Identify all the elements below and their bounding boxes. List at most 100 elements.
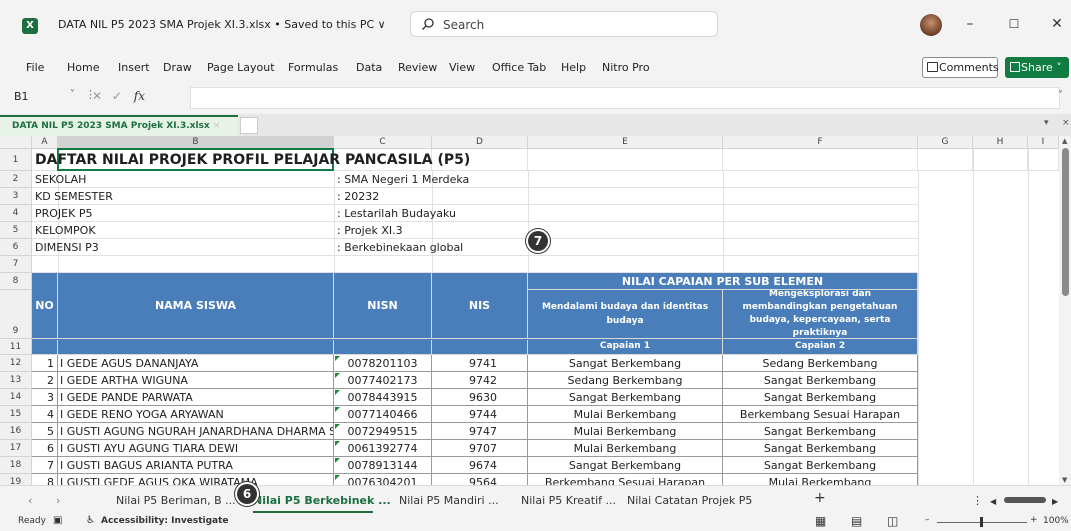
new-workbook-tab[interactable] [240, 117, 258, 134]
menu-data[interactable]: Data [356, 61, 382, 74]
student-nisn[interactable]: 0078201103 [334, 355, 432, 372]
scroll-right-icon[interactable]: ▶ [1052, 497, 1058, 506]
row-header[interactable]: 5 [0, 222, 32, 239]
student-nis[interactable]: 9674 [432, 457, 528, 474]
student-capaian-2[interactable]: Sangat Berkembang [723, 372, 918, 389]
student-nisn[interactable]: 0078443915 [334, 389, 432, 406]
select-all-corner[interactable] [0, 136, 32, 149]
row-header[interactable]: 2 [0, 171, 32, 188]
row-header[interactable]: 14 [0, 389, 32, 406]
sheet-tab[interactable]: Nilai P5 Kreatif ... [521, 494, 616, 507]
student-no[interactable]: 3 [32, 389, 58, 406]
student-capaian-1[interactable]: Sangat Berkembang [528, 355, 723, 372]
error-indicator-icon[interactable] [335, 458, 340, 463]
row-header[interactable]: 12 [0, 355, 32, 372]
error-indicator-icon[interactable] [335, 390, 340, 395]
student-nama[interactable]: I GEDE ARTHA WIGUNA [58, 372, 334, 389]
column-header-d[interactable]: D [432, 136, 528, 149]
student-capaian-1[interactable]: Sangat Berkembang [528, 389, 723, 406]
share-button[interactable]: Share ˅ [1005, 57, 1069, 78]
next-sheet-icon[interactable]: › [56, 494, 60, 507]
row-header[interactable]: 3 [0, 188, 32, 205]
student-nisn[interactable]: 0077402173 [334, 372, 432, 389]
row-header[interactable]: 19 [0, 474, 32, 485]
row-header[interactable]: 15 [0, 406, 32, 423]
header-nama-siswa[interactable]: NAMA SISWA [58, 273, 334, 339]
row-5[interactable] [32, 222, 918, 239]
minimize-button[interactable]: – [960, 14, 980, 34]
more-options-icon[interactable]: ⋮ [972, 494, 983, 507]
sheet-tab[interactable]: Nilai P5 Mandiri ... [399, 494, 499, 507]
error-indicator-icon[interactable] [335, 373, 340, 378]
student-nama[interactable]: I GEDE AGUS DANANJAYA [58, 355, 334, 372]
student-nis[interactable]: 9747 [432, 423, 528, 440]
student-nis[interactable]: 9744 [432, 406, 528, 423]
excel-icon[interactable]: X [22, 18, 38, 34]
add-sheet-button[interactable]: + [814, 490, 826, 506]
row-header[interactable]: 4 [0, 205, 32, 222]
student-no[interactable]: 1 [32, 355, 58, 372]
student-no[interactable]: 2 [32, 372, 58, 389]
column-header-g[interactable]: G [918, 136, 973, 149]
prev-sheet-icon[interactable]: ‹ [28, 494, 32, 507]
sheet-tab[interactable]: Nilai P5 Beriman, B ... [116, 494, 236, 507]
menu-view[interactable]: View [449, 61, 475, 74]
student-capaian-2[interactable]: Sangat Berkembang [723, 457, 918, 474]
student-capaian-2[interactable]: Berkembang Sesuai Harapan [723, 406, 918, 423]
zoom-level[interactable]: 100% [1043, 516, 1069, 526]
student-capaian-1[interactable]: Sangat Berkembang [528, 457, 723, 474]
menu-formulas[interactable]: Formulas [288, 61, 338, 74]
header-nis[interactable]: NIS [432, 273, 528, 339]
user-avatar[interactable] [920, 14, 942, 36]
student-nis[interactable]: 9630 [432, 389, 528, 406]
cell-g1[interactable] [918, 149, 973, 171]
normal-view-icon[interactable]: ▦ [815, 514, 826, 528]
student-nisn[interactable]: 0077140466 [334, 406, 432, 423]
menu-nitro-pro[interactable]: Nitro Pro [602, 61, 650, 74]
close-tab-icon[interactable]: × [213, 121, 221, 131]
row-header[interactable]: 9 [0, 290, 32, 339]
row-header[interactable]: 6 [0, 239, 32, 256]
error-indicator-icon[interactable] [335, 407, 340, 412]
header-capaian-2[interactable]: Capaian 2 [723, 339, 918, 355]
zoom-in-button[interactable]: + [1030, 515, 1038, 525]
row-3[interactable] [32, 188, 918, 205]
row-7[interactable] [32, 256, 918, 273]
student-nama[interactable]: I GUSTI AYU AGUNG TIARA DEWI [58, 440, 334, 457]
error-indicator-icon[interactable] [335, 475, 340, 480]
cancel-icon[interactable]: ✕ [92, 89, 102, 103]
student-nis[interactable]: 9742 [432, 372, 528, 389]
menu-office-tab[interactable]: Office Tab [492, 61, 546, 74]
row-header[interactable]: 17 [0, 440, 32, 457]
row-header[interactable]: 1 [0, 149, 32, 171]
page-break-view-icon[interactable]: ◫ [887, 514, 898, 528]
close-button[interactable]: ✕ [1047, 14, 1067, 34]
student-capaian-2[interactable]: Sangat Berkembang [723, 389, 918, 406]
enter-icon[interactable]: ✓ [112, 89, 122, 103]
row-header[interactable]: 7 [0, 256, 32, 273]
tab-close-icon[interactable]: × [1062, 118, 1070, 128]
header-sub-elemen-2[interactable]: Mengeksplorasi dan membandingkan pengeta… [723, 290, 918, 339]
menu-page-layout[interactable]: Page Layout [207, 61, 275, 74]
spreadsheet-grid[interactable]: A B C D E F G H I 1 2 3 4 5 6 7 8 9 11 1… [0, 136, 1071, 485]
student-nis[interactable]: 9707 [432, 440, 528, 457]
student-no[interactable]: 4 [32, 406, 58, 423]
error-indicator-icon[interactable] [335, 356, 340, 361]
cell-h1[interactable] [973, 149, 1028, 171]
student-capaian-1[interactable]: Berkembang Sesuai Harapan [528, 474, 723, 485]
header-no[interactable]: NO [32, 273, 58, 339]
row-4[interactable] [32, 205, 918, 222]
header-capaian-1[interactable]: Capaian 1 [528, 339, 723, 355]
document-title[interactable]: DATA NIL P5 2023 SMA Projek XI.3.xlsx • … [58, 18, 386, 31]
student-no[interactable]: 7 [32, 457, 58, 474]
column-header-a[interactable]: A [32, 136, 58, 149]
student-nisn[interactable]: 0076304201 [334, 474, 432, 485]
student-capaian-2[interactable]: Sangat Berkembang [723, 440, 918, 457]
student-capaian-1[interactable]: Mulai Berkembang [528, 423, 723, 440]
student-nis[interactable]: 9741 [432, 355, 528, 372]
horizontal-scroll-thumb[interactable] [1004, 497, 1046, 503]
column-header-f[interactable]: F [723, 136, 918, 149]
search-box[interactable]: Search [410, 11, 718, 37]
student-nama[interactable]: I GUSTI GEDE AGUS OKA WIRATAMA [58, 474, 334, 485]
error-indicator-icon[interactable] [335, 424, 340, 429]
